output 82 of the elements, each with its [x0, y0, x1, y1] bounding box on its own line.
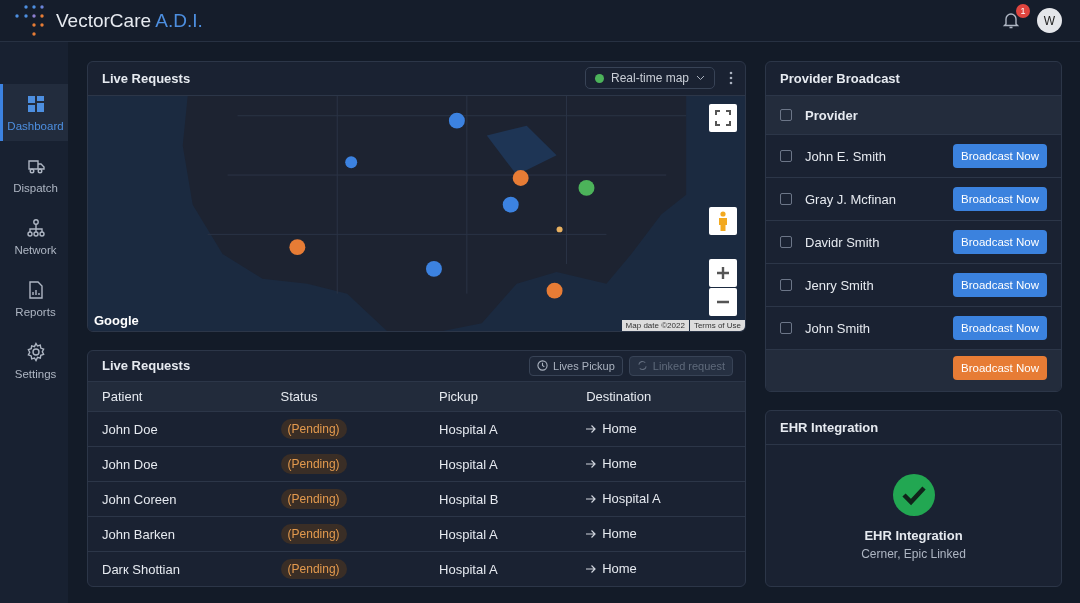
- status-badge: (Pending): [280, 454, 347, 474]
- more-icon[interactable]: [729, 71, 733, 86]
- card-title: Live Requests: [102, 70, 192, 86]
- status-badge: (Pending): [280, 489, 347, 509]
- fullscreen-icon: [715, 109, 731, 126]
- view-dropdown[interactable]: Real-time map: [584, 67, 715, 90]
- broadcast-button[interactable]: Broadcast Now: [953, 144, 1047, 168]
- checkbox[interactable]: [780, 150, 792, 162]
- provider-name: Gray J. Mcfinan: [805, 191, 898, 207]
- column-header: Pickup: [425, 382, 573, 412]
- patient-cell: John Barken: [102, 526, 175, 542]
- pickup-cell: Hospital B: [439, 491, 499, 507]
- checkbox[interactable]: [780, 279, 792, 291]
- column-header: Patient: [88, 382, 267, 412]
- street-view-button[interactable]: [709, 206, 737, 235]
- destination-cell: Home: [602, 526, 637, 542]
- provider-name: John E. Smith: [805, 148, 887, 164]
- pickup-cell: Hospital A: [439, 561, 498, 577]
- fullscreen-button[interactable]: [709, 103, 737, 132]
- status-badge: (Pending): [280, 524, 347, 544]
- broadcast-button[interactable]: Broadcast Now: [953, 316, 1047, 340]
- pickup-cell: Hospital A: [439, 526, 498, 542]
- broadcast-button[interactable]: Broadcast Now: [953, 273, 1047, 297]
- broadcast-button[interactable]: Broadcast Now: [953, 187, 1047, 211]
- arrow-icon: [586, 423, 597, 434]
- status-badge: (Pending): [280, 419, 347, 439]
- status-dot: [594, 73, 604, 83]
- provider-name: John Smith: [805, 320, 872, 336]
- refresh-icon: [636, 360, 648, 372]
- user-avatar[interactable]: W: [1037, 8, 1062, 33]
- card-title: EHR Integration: [780, 420, 880, 435]
- clock-icon: [537, 360, 549, 372]
- sidebar-item[interactable]: Dispatch: [0, 146, 68, 203]
- map-logo: Google: [94, 312, 139, 328]
- sidebar-item[interactable]: Dashboard: [0, 84, 68, 141]
- map-attribution: Map date ©2022: [621, 319, 689, 331]
- status-badge: (Pending): [280, 559, 347, 579]
- checkbox[interactable]: [780, 193, 792, 205]
- broadcast-button[interactable]: Broadcast Now: [953, 230, 1047, 254]
- card-title: Provider Broadcast: [780, 71, 901, 86]
- destination-cell: Home: [602, 456, 637, 472]
- integration-status: Cerner, Epic Linked: [861, 547, 966, 561]
- notification-badge: 1: [1016, 3, 1030, 18]
- column-header: Status: [266, 382, 426, 412]
- sidebar-item[interactable]: Settings: [0, 332, 68, 389]
- sidebar-item[interactable]: Reports: [0, 270, 68, 327]
- column-header: Destination: [572, 382, 745, 412]
- logo-icon: [14, 3, 46, 38]
- provider-name: Jenry Smith: [805, 277, 875, 293]
- app-title: VectorCare A.D.I.: [56, 9, 203, 32]
- arrow-icon: [586, 493, 597, 504]
- chevron-down-icon: [696, 75, 705, 82]
- network-icon: [25, 217, 46, 238]
- destination-cell: Home: [602, 421, 637, 437]
- zoom-out-button[interactable]: [709, 287, 737, 316]
- checkbox[interactable]: [780, 109, 792, 121]
- pickup-cell: Hospital A: [439, 421, 498, 437]
- arrow-icon: [586, 458, 597, 469]
- sidebar-item[interactable]: Network: [0, 208, 68, 265]
- arrow-icon: [586, 528, 597, 539]
- provider-name: Davidr Smith: [805, 234, 881, 250]
- patient-cell: John Doe: [102, 456, 158, 472]
- patient-cell: Darк Shottian: [102, 561, 180, 577]
- person-icon: [717, 210, 729, 231]
- plus-icon: [716, 265, 730, 280]
- zoom-in-button[interactable]: [709, 258, 737, 287]
- column-header: Provider: [805, 107, 859, 123]
- dashboard-icon: [25, 93, 46, 114]
- checkbox[interactable]: [780, 236, 792, 248]
- checkbox[interactable]: [780, 322, 792, 334]
- arrow-icon: [586, 563, 597, 574]
- check-icon: [892, 474, 935, 516]
- integration-title: EHR Integration: [864, 528, 963, 543]
- patient-cell: John Coreen: [102, 491, 177, 507]
- patient-cell: John Doe: [102, 421, 158, 437]
- destination-cell: Hospital A: [602, 491, 661, 507]
- settings-icon: [25, 341, 46, 362]
- destination-cell: Home: [602, 561, 637, 577]
- pickup-cell: Hospital A: [439, 456, 498, 472]
- card-title: Live Requests: [102, 358, 192, 374]
- terms-link[interactable]: Terms of Use: [689, 319, 745, 331]
- toolbar-button[interactable]: Lives Pickup: [529, 355, 623, 376]
